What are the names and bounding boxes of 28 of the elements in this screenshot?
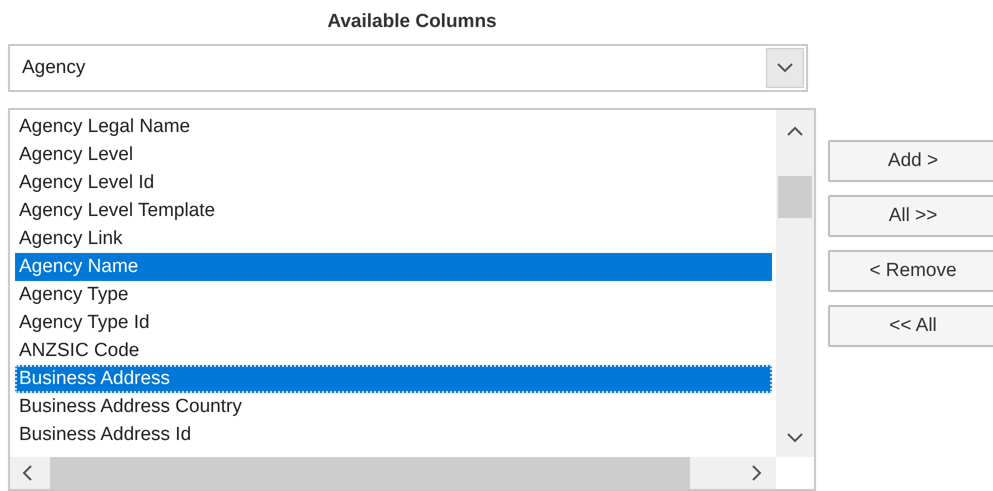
scrollbar-thumb[interactable]	[778, 176, 812, 218]
column-dropdown[interactable]: Agency	[8, 44, 808, 92]
list-item[interactable]: Agency Level Template	[15, 197, 772, 225]
scroll-down-icon[interactable]	[787, 433, 803, 443]
vertical-scrollbar[interactable]	[776, 110, 814, 457]
list-item[interactable]: Agency Legal Name	[15, 113, 772, 141]
horizontal-scrollbar[interactable]	[10, 457, 776, 489]
list-item[interactable]: Agency Type Id	[15, 309, 772, 337]
panel-title: Available Columns	[327, 10, 497, 34]
list-item[interactable]: Business Address Country	[15, 393, 772, 421]
list-item[interactable]: Agency Level	[15, 141, 772, 169]
transfer-button[interactable]: All >>	[828, 195, 993, 237]
list-item[interactable]: Agency Name	[15, 253, 772, 281]
scroll-up-icon[interactable]	[787, 126, 803, 136]
transfer-button[interactable]: << All	[828, 305, 993, 347]
list-item[interactable]: Business Address Id	[15, 421, 772, 449]
list-item[interactable]: Agency Link	[15, 225, 772, 253]
list-item[interactable]: Agency Level Id	[15, 169, 772, 197]
scroll-left-icon[interactable]	[22, 465, 32, 481]
dropdown-value: Agency	[22, 56, 86, 80]
scroll-right-icon[interactable]	[752, 465, 762, 481]
list-item[interactable]: Agency Type	[15, 281, 772, 309]
list-item[interactable]: ANZSIC Code	[15, 337, 772, 365]
scrollbar-thumb[interactable]	[50, 457, 690, 489]
list-item[interactable]: Business Address	[15, 365, 772, 393]
transfer-button[interactable]: Add >	[828, 140, 993, 182]
dropdown-caret-icon[interactable]	[766, 48, 804, 88]
transfer-button[interactable]: < Remove	[828, 250, 993, 292]
